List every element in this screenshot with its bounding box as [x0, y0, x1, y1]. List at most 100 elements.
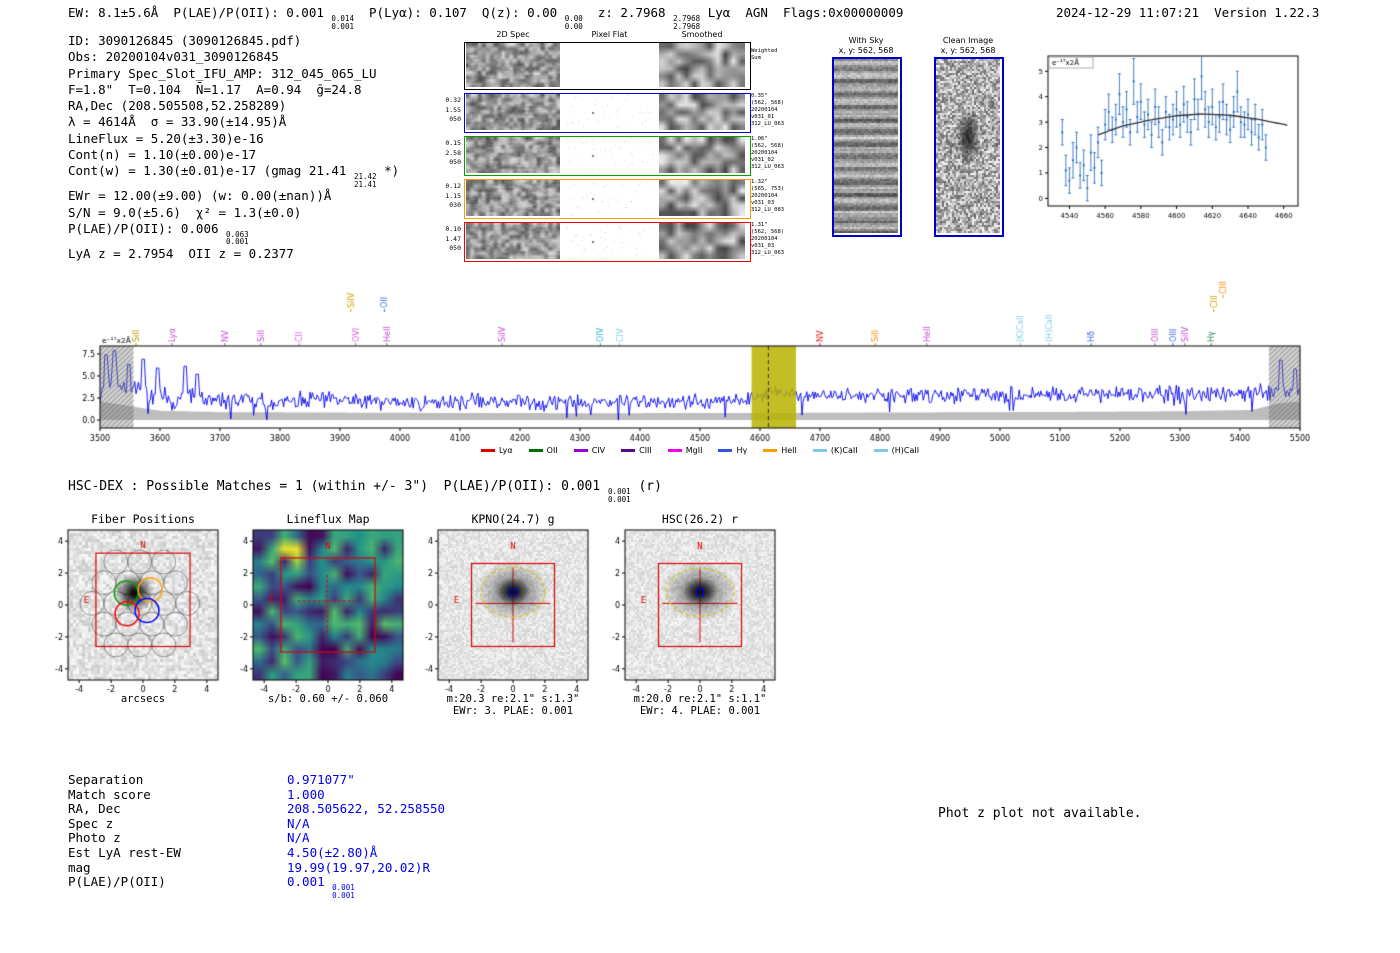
text-run: *) — [376, 163, 400, 179]
match-row-label: RA, Dec — [68, 801, 121, 817]
text-run: F=1.8" T=0.104 N̄=1.17 A=0.94 ḡ=24.8 — [68, 81, 362, 97]
match-row-value: 1.000 — [287, 786, 325, 802]
info-line: F=1.8" T=0.104 N̄=1.17 A=0.94 ḡ=24.8 — [68, 82, 399, 98]
match-row: Separation 0.971077" — [68, 772, 628, 787]
cleanimage-subtitle: x, y: 562, 568 — [940, 46, 996, 55]
fiber-positions-canvas — [34, 524, 230, 700]
legend-label: Lyα — [498, 446, 513, 455]
match-row-label: Est LyA rest-EW — [68, 845, 181, 860]
spec2d-row4-smoothed-canvas — [659, 223, 745, 259]
spectrum-legend: Lyα OII CIV CIII MgII Hγ HeII (K)CaII (H)CaII — [100, 446, 1300, 455]
legend-item-Hγ: Hγ — [718, 446, 747, 455]
legend-label: (H)CaII — [891, 446, 920, 455]
legend-label: MgII — [685, 446, 703, 455]
spec2d-row4-left-labels: 0.10 1.47 050 — [445, 225, 461, 252]
stacked-fraction: 0.014 0.001 — [331, 15, 354, 30]
spec2d-row3-right-labels: 1.32" (565, 753) 20200104 v031_03 312_LU… — [751, 179, 785, 213]
spec2d-row1-smoothed-canvas — [659, 94, 745, 130]
match-row-label: Spec z — [68, 815, 114, 831]
legend-swatch — [573, 448, 588, 453]
legend-swatch — [528, 448, 543, 453]
match-row-label: Separation — [68, 772, 144, 787]
stacked-fraction: 0.001 0.001 — [332, 884, 355, 899]
text-run: S/N = 9.0(±5.6) χ² = 1.3(±0.0) — [68, 204, 302, 220]
info-line: EWr = 12.00(±9.00) (w: 0.00(±nan))Å — [68, 188, 399, 204]
legend-item-CIV: CIV — [573, 446, 606, 455]
spec2d-row2-2dspec-canvas — [466, 137, 560, 173]
summary-header: EW: 8.1±5.6Å P(LAE)/P(OII): 0.001 0.014 0… — [68, 5, 903, 30]
lineflux-map-captions: s/b: 0.60 +/- 0.060 — [233, 693, 423, 705]
match-row-label: Match score — [68, 786, 151, 802]
info-line: Obs: 20200104v031_3090126845 — [68, 49, 399, 65]
spec2d-row1-pixelflat-canvas — [565, 94, 654, 130]
stack-lower: 0.001 — [332, 890, 355, 900]
cutout-caption-line: EWr: 4. PLAE: 0.001 — [639, 705, 761, 717]
spec2d-row3-pixelflat-canvas — [565, 180, 654, 216]
text-run: LineFlux = 5.20(±3.30)e-16 — [68, 130, 264, 146]
spec2d-row3-left-labels: 0.12 1.15 030 — [445, 182, 461, 209]
kpno-g-captions: m:20.3 re:2.1" s:1.3" EWr: 3. PLAE: 0.001 — [418, 693, 608, 717]
stack-lower: 0.00 — [564, 21, 583, 31]
spec2d-row4-2dspec-canvas — [466, 223, 560, 259]
legend-item-HeII: HeII — [763, 446, 797, 455]
cutout-caption-line: m:20.0 re:2.1" s:1.1" — [633, 693, 767, 705]
text-run: LyA z = 2.7954 OII z = 0.2377 — [68, 245, 294, 261]
stacked-fraction: 0.00 0.00 — [565, 15, 583, 30]
spec2d-row4-pixelflat-canvas — [565, 223, 654, 259]
stacked-fraction: 0.063 0.001 — [226, 231, 249, 246]
full-spectrum-canvas — [60, 268, 1310, 460]
spec2d-row1-right-labels: 0.35" (562, 568) 20200104 v031_01 312_LU… — [751, 93, 785, 127]
spec2d-row3-2dspec-canvas — [466, 180, 560, 216]
text-run: λ = 4614Å σ = 33.90(±14.95)Å — [68, 114, 287, 130]
info-line: S/N = 9.0(±5.6) χ² = 1.3(±0.0) — [68, 205, 399, 221]
stacked-fraction: 2.7968 2.7968 — [673, 15, 700, 30]
match-row: Match score 1.000 — [68, 787, 628, 802]
weighted-sum-label: Weighted Sum — [751, 48, 778, 61]
legend-item-Lyα: Lyα — [480, 446, 513, 455]
legend-swatch — [621, 448, 636, 453]
text-run: EW: 8.1±5.6Å P(LAE)/P(OII): 0.001 — [68, 5, 332, 20]
legend-item-MgII: MgII — [667, 446, 703, 455]
info-line: Cont(w) = 1.30(±0.01)e-17 (gmag 21.41 21… — [68, 163, 399, 188]
match-row-label: Photo z — [68, 830, 121, 846]
spec2d-row2-smoothed-canvas — [659, 137, 745, 173]
stacked-fraction: 21.42 21.41 — [354, 173, 377, 188]
weighted-smoothed-canvas — [659, 43, 745, 87]
stack-lower: 0.001 — [331, 21, 354, 31]
spec2d-header-2dspec: 2D Spec — [496, 30, 530, 39]
spec2d-header-pixelflat: Pixel Flat — [591, 30, 628, 39]
detection-info-block: ID: 3090126845 (3090126845.pdf) Obs: 2020… — [68, 33, 399, 262]
legend-label: CIV — [591, 446, 606, 455]
legend-item-(K)CaII: (K)CaII — [812, 446, 858, 455]
text-run: Lyα AGN Flags:0x00000009 — [700, 5, 904, 20]
match-row-value: N/A — [287, 830, 310, 846]
spec2d-row2-pixelflat-canvas — [565, 137, 654, 173]
info-line: Cont(n) = 1.10(±0.00)e-17 — [68, 147, 399, 163]
kpno-g-cutout-canvas — [404, 524, 600, 700]
legend-swatch — [480, 448, 495, 453]
legend-label: HeII — [781, 446, 797, 455]
spec2d-row1-2dspec-canvas — [466, 94, 560, 130]
cutout-caption-line: s/b: 0.60 +/- 0.060 — [267, 693, 389, 705]
cleanimage-image-canvas — [936, 59, 1000, 233]
cutout-caption-line: m:20.3 re:2.1" s:1.3" — [446, 693, 580, 705]
match-row-value: N/A — [287, 815, 310, 831]
text-run: Obs: 20200104v031_3090126845 — [68, 49, 279, 65]
text-run: Cont(w) = 1.30(±0.01)e-17 (gmag 21.41 — [68, 163, 354, 179]
weighted-2dspec-canvas — [466, 43, 560, 87]
hsc-r-captions: m:20.0 re:2.1" s:1.1" EWr: 4. PLAE: 0.001 — [605, 693, 795, 717]
legend-label: CIII — [639, 446, 652, 455]
stacked-fraction: 0.001 0.001 — [608, 488, 631, 503]
match-row-label: mag — [68, 859, 91, 875]
withsky-image-canvas — [834, 59, 898, 233]
match-row: mag 19.99(19.97,20.02)R — [68, 860, 628, 875]
spec2d-header-smoothed: Smoothed — [681, 30, 723, 39]
legend-item-(H)CaII: (H)CaII — [873, 446, 920, 455]
legend-swatch — [873, 448, 888, 453]
info-line: RA,Dec (208.505508,52.258289) — [68, 98, 399, 114]
report-datetime: 2024-12-29 11:07:21 — [1056, 5, 1199, 20]
match-row: Spec z N/A — [68, 816, 628, 831]
text-run: RA,Dec (208.505508,52.258289) — [68, 98, 287, 114]
info-line: LineFlux = 5.20(±3.30)e-16 — [68, 131, 399, 147]
cutout-caption-line: arcsecs — [120, 693, 166, 705]
